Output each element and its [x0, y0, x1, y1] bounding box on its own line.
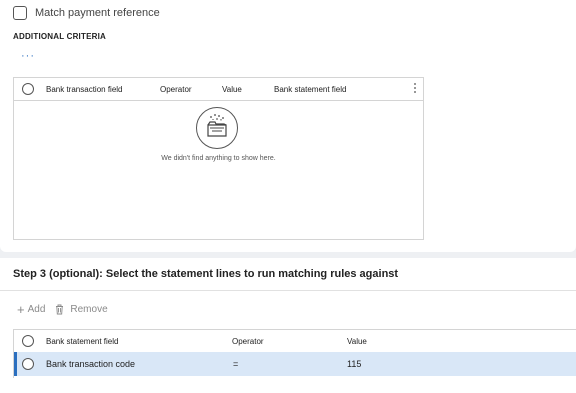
grid-header: Bank transaction field Operator Value Ba… [14, 78, 423, 101]
column-header[interactable]: Value [222, 85, 242, 94]
match-payment-reference-label: Match payment reference [35, 7, 160, 19]
column-header[interactable]: Bank statement field [274, 85, 346, 94]
column-options-icon[interactable] [414, 82, 417, 94]
row-value: 115 [347, 359, 362, 369]
match-payment-reference-row[interactable]: Match payment reference [13, 6, 160, 20]
remove-button[interactable]: Remove [55, 304, 108, 315]
column-header[interactable]: Bank transaction field [46, 85, 123, 94]
select-all-radio[interactable] [22, 335, 34, 347]
step3-toolbar: + Add Remove [17, 301, 118, 317]
grid-header: Bank statement field Operator Value [14, 330, 576, 353]
column-header[interactable]: Bank statement field [46, 337, 118, 346]
row-select-radio[interactable] [22, 358, 34, 370]
more-options-button[interactable]: ··· [21, 50, 35, 62]
plus-icon: + [17, 301, 25, 317]
additional-criteria-grid: Bank transaction field Operator Value Ba… [13, 77, 424, 240]
select-all-radio[interactable] [22, 83, 34, 95]
statement-lines-grid: Bank statement field Operator Value Bank… [13, 329, 576, 378]
add-button[interactable]: + Add [17, 301, 46, 317]
row-operator: = [233, 359, 239, 369]
empty-state-message: We didn't find anything to show here. [161, 155, 276, 162]
match-payment-reference-checkbox[interactable] [13, 6, 27, 20]
remove-button-label: Remove [70, 304, 108, 315]
trash-icon [56, 304, 64, 315]
add-button-label: Add [27, 304, 46, 315]
empty-folder-icon [196, 107, 238, 149]
step3-title: Step 3 (optional): Select the statement … [13, 268, 399, 280]
column-header[interactable]: Operator [232, 337, 264, 346]
row-field: Bank transaction code [46, 359, 136, 369]
column-header[interactable]: Operator [160, 85, 192, 94]
divider [0, 290, 576, 291]
additional-criteria-heading: ADDITIONAL CRITERIA [13, 32, 106, 41]
table-row[interactable]: Bank transaction code = 115 [14, 352, 576, 376]
match-settings-card: Match payment reference ADDITIONAL CRITE… [0, 0, 576, 252]
column-header[interactable]: Value [347, 337, 367, 346]
step3-card: Step 3 (optional): Select the statement … [0, 258, 576, 393]
